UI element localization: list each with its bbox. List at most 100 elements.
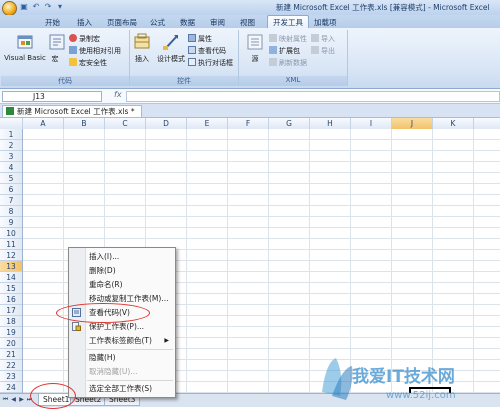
menu-item-rename[interactable]: 重命名(R) <box>69 278 175 291</box>
next-sheet-icon[interactable]: ▶ <box>18 396 25 404</box>
properties-button[interactable]: 属性 <box>188 34 212 44</box>
column-header-d[interactable]: D <box>146 118 187 129</box>
row-header-13[interactable]: 13 <box>0 261 22 272</box>
export-button[interactable]: 导出 <box>311 46 335 56</box>
save-icon[interactable]: ▣ <box>19 2 29 12</box>
row-header-1[interactable]: 1 <box>0 129 22 140</box>
row-header-23[interactable]: 23 <box>0 371 22 382</box>
first-sheet-icon[interactable]: ⏮ <box>2 396 9 404</box>
visual-basic-button[interactable]: Visual Basic <box>4 32 46 62</box>
row-header-18[interactable]: 18 <box>0 316 22 327</box>
tab-view[interactable]: 视图 <box>240 17 255 28</box>
menu-item-label: 移动或复制工作表(M)... <box>89 294 169 303</box>
undo-icon[interactable]: ↶ <box>31 2 41 12</box>
column-header-b[interactable]: B <box>64 118 105 129</box>
column-header-a[interactable]: A <box>23 118 64 129</box>
row-header-9[interactable]: 9 <box>0 217 22 228</box>
row-header-14[interactable]: 14 <box>0 272 22 283</box>
row-header-7[interactable]: 7 <box>0 195 22 206</box>
menu-item-select-all-sheets[interactable]: 选定全部工作表(S) <box>69 382 175 395</box>
menu-item-label: 重命名(R) <box>89 280 123 289</box>
row-header-4[interactable]: 4 <box>0 162 22 173</box>
design-mode-label: 设计模式 <box>157 55 185 63</box>
expansion-packs-button[interactable]: 扩展包 <box>269 46 300 56</box>
column-header-h[interactable]: H <box>310 118 351 129</box>
macro-security-button[interactable]: 宏安全性 <box>69 58 107 68</box>
design-mode-icon <box>163 35 178 50</box>
title-bar: ▣ ↶ ↷ ▾ 新建 Microsoft Excel 工作表.xls [兼容模式… <box>0 0 500 16</box>
fx-icon[interactable]: fx <box>114 90 122 99</box>
menu-item-insert[interactable]: 插入(I)... <box>69 250 175 263</box>
tab-home[interactable]: 开始 <box>45 17 60 28</box>
menu-item-view-code[interactable]: 查看代码(V) <box>69 306 175 319</box>
row-header-11[interactable]: 11 <box>0 239 22 250</box>
redo-icon[interactable]: ↷ <box>43 2 53 12</box>
column-header-g[interactable]: G <box>269 118 310 129</box>
tab-review[interactable]: 审阅 <box>210 17 225 28</box>
prev-sheet-icon[interactable]: ◀ <box>10 396 17 404</box>
menu-item-label: 删除(D) <box>89 266 116 275</box>
row-header-2[interactable]: 2 <box>0 140 22 151</box>
xml-source-button[interactable]: 源 <box>245 32 265 64</box>
formula-input[interactable] <box>126 91 500 102</box>
row-header-15[interactable]: 15 <box>0 283 22 294</box>
name-box[interactable]: J13 <box>2 91 102 102</box>
workbook-tab-bar: 新建 Microsoft Excel 工作表.xls * <box>0 104 500 118</box>
column-header-e[interactable]: E <box>187 118 228 129</box>
row-header-6[interactable]: 6 <box>0 184 22 195</box>
tab-formulas[interactable]: 公式 <box>150 17 165 28</box>
row-header-5[interactable]: 5 <box>0 173 22 184</box>
select-all-corner[interactable] <box>0 118 23 129</box>
macros-button[interactable]: 宏 <box>47 32 65 64</box>
relative-reference-button[interactable]: 使用相对引用 <box>69 46 121 56</box>
menu-item-protect-sheet[interactable]: 保护工作表(P)... <box>69 320 175 333</box>
view-code-icon <box>188 46 196 54</box>
xml-source-icon <box>247 34 263 50</box>
refresh-data-button[interactable]: 刷新数据 <box>269 58 307 68</box>
import-label: 导入 <box>321 35 335 43</box>
last-sheet-icon[interactable]: ⏭ <box>26 396 33 404</box>
column-header-j[interactable]: J <box>392 118 433 129</box>
map-properties-label: 映射属性 <box>279 35 307 43</box>
row-header-3[interactable]: 3 <box>0 151 22 162</box>
qat-dropdown-icon[interactable]: ▾ <box>55 2 65 12</box>
column-header-c[interactable]: C <box>105 118 146 129</box>
map-properties-button[interactable]: 映射属性 <box>269 34 307 44</box>
workbook-tab[interactable]: 新建 Microsoft Excel 工作表.xls * <box>2 105 142 117</box>
row-header-12[interactable]: 12 <box>0 250 22 261</box>
column-header-f[interactable]: F <box>228 118 269 129</box>
row-header-17[interactable]: 17 <box>0 305 22 316</box>
menu-item-move-copy[interactable]: 移动或复制工作表(M)... <box>69 292 175 305</box>
menu-item-label: 取消隐藏(U)... <box>89 367 138 376</box>
row-header-10[interactable]: 10 <box>0 228 22 239</box>
row-header-8[interactable]: 8 <box>0 206 22 217</box>
row-header-19[interactable]: 19 <box>0 327 22 338</box>
column-header-i[interactable]: I <box>351 118 392 129</box>
office-button[interactable] <box>2 1 17 16</box>
row-header-16[interactable]: 16 <box>0 294 22 305</box>
import-button[interactable]: 导入 <box>311 34 335 44</box>
tab-insert[interactable]: 插入 <box>77 17 92 28</box>
row-header-24[interactable]: 24 <box>0 382 22 393</box>
submenu-arrow-icon: ▶ <box>164 337 169 344</box>
insert-control-button[interactable]: 插入 <box>132 32 152 64</box>
properties-label: 属性 <box>198 35 212 43</box>
row-header-21[interactable]: 21 <box>0 349 22 360</box>
row-header-20[interactable]: 20 <box>0 338 22 349</box>
menu-item-tab-color[interactable]: 工作表标签颜色(T) ▶ <box>69 334 175 347</box>
menu-item-hide[interactable]: 隐藏(H) <box>69 351 175 364</box>
export-label: 导出 <box>321 47 335 55</box>
run-dialog-button[interactable]: 执行对话框 <box>188 58 233 68</box>
tab-add-ins[interactable]: 加载项 <box>314 17 337 28</box>
tab-data[interactable]: 数据 <box>180 17 195 28</box>
view-code-ribbon-button[interactable]: 查看代码 <box>188 46 226 56</box>
visual-basic-icon <box>17 35 33 49</box>
row-header-22[interactable]: 22 <box>0 360 22 371</box>
menu-item-unhide: 取消隐藏(U)... <box>69 365 175 378</box>
record-macro-button[interactable]: 录制宏 <box>69 34 100 44</box>
design-mode-button[interactable]: 设计模式 <box>154 32 188 64</box>
menu-item-delete[interactable]: 删除(D) <box>69 264 175 277</box>
column-header-k[interactable]: K <box>433 118 474 129</box>
code-group: Visual Basic 宏 录制宏 使用相对引用 宏安全性 代码 <box>1 30 130 86</box>
tab-page-layout[interactable]: 页面布局 <box>107 17 137 28</box>
